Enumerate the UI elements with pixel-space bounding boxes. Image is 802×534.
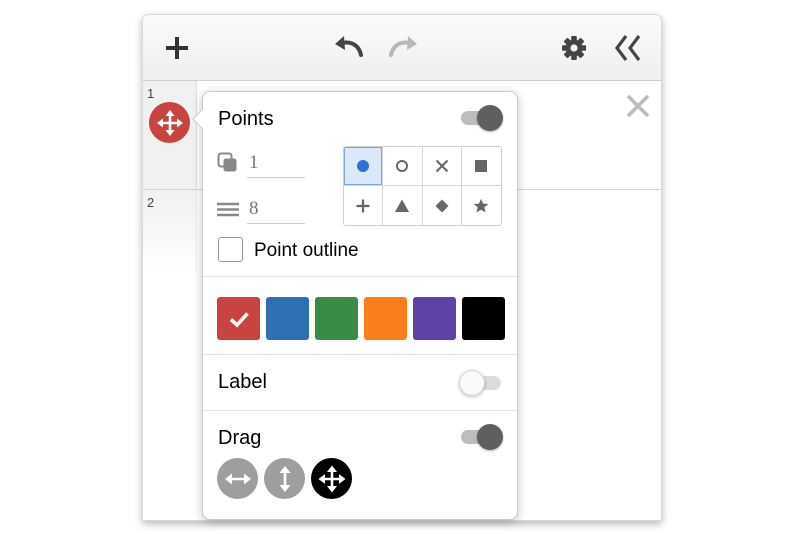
color-swatch-orange[interactable] (364, 297, 407, 340)
label-section: Label (203, 355, 517, 411)
undo-button[interactable] (331, 31, 365, 65)
redo-button[interactable] (387, 31, 421, 65)
point-outline-checkbox[interactable] (218, 237, 243, 262)
shape-option-triangle[interactable] (383, 186, 423, 225)
point-opacity-field (217, 148, 305, 178)
drag-options (217, 458, 352, 499)
move-arrows-icon (318, 465, 345, 492)
vertical-arrows-icon (279, 465, 290, 492)
style-popover: Points 1 8 Point outline Label Drag (192, 91, 518, 520)
color-swatch-black[interactable] (462, 297, 505, 340)
plus-icon (166, 37, 188, 59)
shape-option-square[interactable] (461, 147, 501, 186)
triangle-icon (395, 199, 410, 212)
redo-icon (389, 36, 417, 57)
expression-toolbar (143, 15, 661, 81)
drag-title: Drag (218, 427, 262, 449)
undo-icon (335, 36, 363, 57)
points-section: Points 1 8 Point outline (203, 92, 517, 277)
add-item-button[interactable] (160, 31, 194, 65)
open-circle-icon (396, 160, 409, 172)
shape-option-cross[interactable] (422, 147, 462, 186)
cross-icon (435, 159, 448, 173)
shape-option-circle-open[interactable] (383, 147, 423, 186)
opacity-icon (217, 152, 237, 172)
point-shape-grid (343, 146, 502, 226)
double-chevron-left-icon (615, 35, 641, 61)
drag-vertical-button[interactable] (264, 458, 305, 499)
color-swatch-blue[interactable] (266, 297, 309, 340)
horizontal-arrows-icon (224, 473, 251, 484)
settings-button[interactable] (557, 31, 591, 65)
size-lines-icon (217, 202, 239, 217)
toggle-knob (477, 424, 503, 450)
gear-icon (562, 36, 586, 60)
points-title: Points (218, 108, 274, 130)
point-outline-label: Point outline (254, 240, 359, 261)
shape-option-star[interactable] (461, 186, 501, 225)
shape-option-plus[interactable] (344, 186, 384, 225)
expression-style-button[interactable] (149, 102, 190, 143)
move-arrows-icon (156, 109, 183, 136)
expression-index: 1 (147, 86, 155, 101)
color-swatch-red[interactable] (217, 297, 260, 340)
label-title: Label (218, 371, 267, 393)
points-toggle[interactable] (459, 104, 505, 132)
expression-index: 2 (147, 195, 155, 210)
delete-expression-button[interactable] (623, 91, 653, 121)
color-section (203, 277, 517, 355)
label-toggle[interactable] (459, 369, 505, 397)
color-swatch-purple[interactable] (413, 297, 456, 340)
close-icon (626, 94, 650, 118)
drag-toggle[interactable] (459, 423, 505, 451)
toggle-knob (459, 370, 485, 396)
color-swatch-green[interactable] (315, 297, 358, 340)
check-icon (229, 311, 249, 328)
expression-gutter: 1 (143, 81, 197, 189)
plus-shape-icon (356, 199, 370, 212)
expression-gutter: 2 (143, 190, 197, 270)
star-icon (474, 198, 489, 212)
toggle-knob (477, 105, 503, 131)
shape-option-diamond[interactable] (422, 186, 462, 225)
drag-horizontal-button[interactable] (217, 458, 258, 499)
color-swatches (217, 297, 505, 340)
drag-both-button[interactable] (311, 458, 352, 499)
filled-circle-icon (357, 160, 370, 172)
point-size-input[interactable] (247, 194, 305, 224)
point-opacity-input[interactable] (247, 148, 305, 178)
drag-section: Drag (203, 411, 517, 519)
shape-option-circle-filled[interactable] (344, 147, 384, 186)
point-size-field (217, 194, 305, 224)
diamond-icon (435, 199, 449, 212)
collapse-list-button[interactable] (611, 31, 645, 65)
square-icon (475, 160, 488, 172)
